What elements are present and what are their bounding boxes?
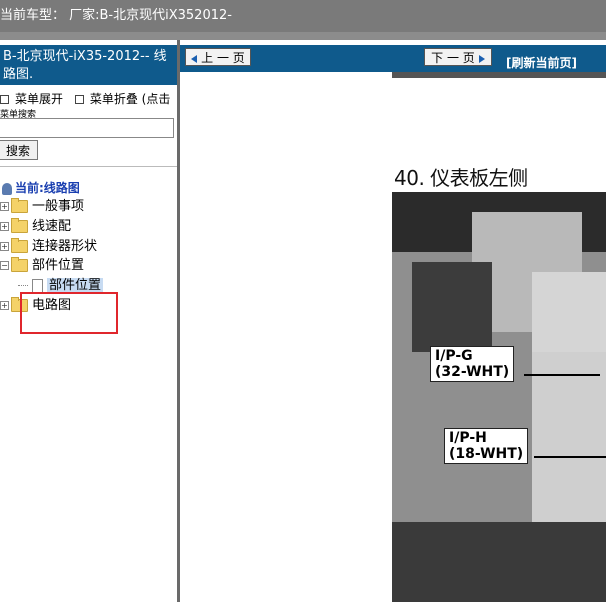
callout-line: (18-WHT) xyxy=(449,446,524,462)
connector-callout: I/P-G (32-WHT) xyxy=(430,346,515,382)
tree-item-component-location[interactable]: − 部件位置 xyxy=(0,257,84,275)
content-panel: 上 一 页 下 一 页 [刷新当前页] 40. 仪表板左侧 I/P-G (32-… xyxy=(180,40,606,602)
menu-controls: 菜单展开 菜单折叠 (点击 xyxy=(0,90,178,107)
header-separator xyxy=(0,32,606,40)
tree-item-label-selected: 部件位置 xyxy=(47,278,104,293)
tree-item-label: 一般事项 xyxy=(32,199,85,214)
expand-plus-icon[interactable]: + xyxy=(0,202,9,211)
next-page-label: 下 一 页 xyxy=(431,51,475,65)
collapse-menu-label: 菜单折叠 (点击 xyxy=(89,92,171,106)
folder-icon xyxy=(11,238,28,253)
expand-plus-icon[interactable]: + xyxy=(0,242,9,251)
arrow-left-icon xyxy=(191,54,198,63)
callout-leader xyxy=(534,456,606,458)
prev-page-button[interactable]: 上 一 页 xyxy=(185,48,251,66)
prev-page-label: 上 一 页 xyxy=(201,51,245,65)
tree-item-label: 部件位置 xyxy=(32,258,85,273)
callout-leader xyxy=(524,374,600,376)
expand-menu-button[interactable]: 菜单展开 xyxy=(0,92,67,106)
collapse-minus-icon[interactable]: − xyxy=(0,261,9,270)
collapse-menu-button[interactable]: 菜单折叠 (点击 xyxy=(74,92,175,106)
tree-item-label: 线速配 xyxy=(32,219,72,234)
tree-connector xyxy=(18,285,28,286)
divider xyxy=(0,166,180,167)
section-title: 40. 仪表板左侧 xyxy=(394,166,528,190)
next-page-button[interactable]: 下 一 页 xyxy=(424,48,492,66)
tree-item-general[interactable]: + 一般事项 xyxy=(0,198,84,216)
refresh-page-link[interactable]: [刷新当前页] xyxy=(506,54,577,71)
connector-callout: I/P-H (18-WHT) xyxy=(444,428,529,464)
expand-plus-icon[interactable]: + xyxy=(0,222,9,231)
highlight-box xyxy=(20,292,118,334)
search-input[interactable] xyxy=(0,118,174,138)
page-nav-bar: 上 一 页 下 一 页 [刷新当前页] xyxy=(180,45,606,72)
tree-item-connector[interactable]: + 连接器形状 xyxy=(0,238,97,256)
top-header-bar: 当前车型： 厂家:B-北京现代iX352012- xyxy=(0,0,606,40)
callout-line: (32-WHT) xyxy=(435,364,510,380)
location-pin-icon xyxy=(2,182,12,195)
photo-region xyxy=(392,522,606,602)
arrow-right-icon xyxy=(478,54,485,63)
folder-icon xyxy=(11,218,28,233)
expand-plus-icon[interactable]: + xyxy=(0,301,9,310)
callout-line: I/P-H xyxy=(449,430,487,446)
current-car-label: 当前车型： 厂家:B-北京现代iX352012- xyxy=(0,8,232,23)
panel-title: B-北京现代-iX35-2012-- 线路图. xyxy=(0,45,177,85)
left-panel: B-北京现代-iX35-2012-- 线路图. 菜单展开 菜单折叠 (点击 菜单… xyxy=(0,40,180,602)
current-location-label: 当前:线路图 xyxy=(15,181,80,195)
square-icon xyxy=(0,95,9,104)
tree-item-wiring[interactable]: + 线速配 xyxy=(0,218,71,236)
square-icon xyxy=(74,95,84,104)
tree-item-label: 连接器形状 xyxy=(32,239,98,254)
document-icon xyxy=(32,278,43,293)
folder-open-icon xyxy=(11,257,28,272)
previous-page-image-strip xyxy=(392,72,606,78)
photo-region xyxy=(412,262,492,352)
expand-menu-label: 菜单展开 xyxy=(15,92,64,106)
callout-line: I/P-G xyxy=(435,348,473,364)
folder-icon xyxy=(11,198,28,213)
component-photo: I/P-G (32-WHT) I/P-H (18-WHT) xyxy=(392,192,606,602)
search-button[interactable]: 搜索 xyxy=(0,140,38,160)
current-location: 当前:线路图 xyxy=(2,179,80,196)
photo-region xyxy=(532,272,606,352)
